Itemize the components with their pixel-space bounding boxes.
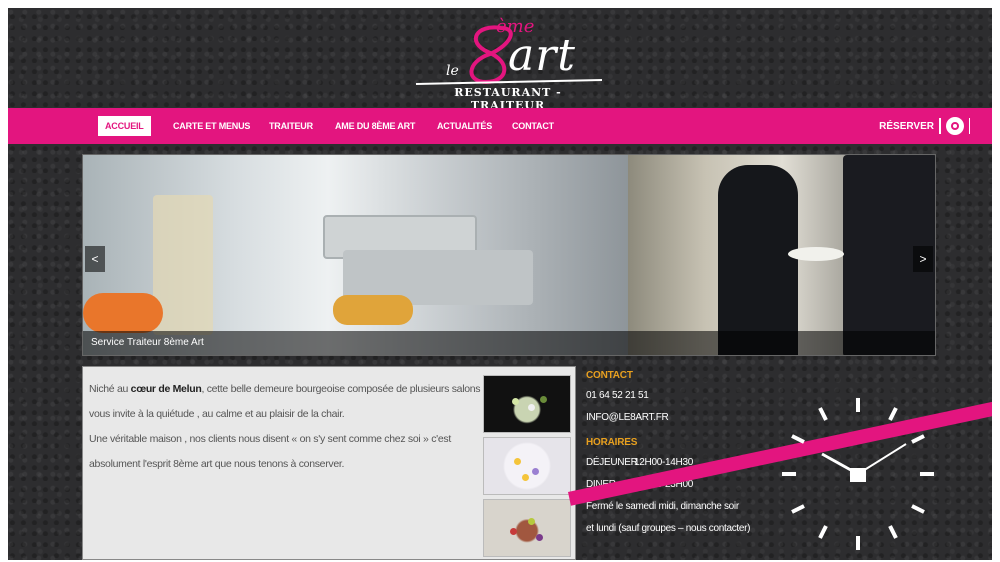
- slide-image-buffet: [83, 155, 628, 355]
- reserve-circle-icon: [945, 117, 964, 135]
- page-frame: le ème art RESTAURANT - TRAITEUR ACCUEIL…: [8, 8, 992, 560]
- contact-heading: CONTACT: [586, 370, 633, 381]
- nav-item-traiteur[interactable]: TRAITEUR: [262, 116, 320, 136]
- food-platter: [333, 295, 413, 325]
- nav-item-carte-et-menus[interactable]: CARTE ET MENUS: [166, 116, 257, 136]
- contact-phone[interactable]: 01 64 52 21 51: [586, 385, 806, 407]
- site-logo[interactable]: le ème art RESTAURANT - TRAITEUR: [408, 14, 608, 112]
- nav-item-accueil[interactable]: ACCUEIL: [98, 116, 151, 136]
- reserve-divider: [968, 118, 970, 134]
- reserve-button[interactable]: RÉSERVER: [879, 115, 970, 137]
- slider-prev-button[interactable]: <: [85, 246, 105, 272]
- contact-email[interactable]: INFO@LE8ART.FR: [586, 407, 806, 429]
- nav-item-actualites[interactable]: ACTUALITÉS: [430, 116, 499, 136]
- intro-text: Niché au cœur de Melun, cette belle deme…: [89, 377, 481, 477]
- logo-le: le: [446, 63, 459, 79]
- slide-image-service: [628, 155, 935, 355]
- intro-line: absolument l'esprit 8ème art que nous te…: [89, 458, 345, 470]
- main-nav: ACCUEIL CARTE ET MENUS TRAITEUR AME DU 8…: [8, 108, 992, 144]
- reserve-label: RÉSERVER: [879, 120, 934, 132]
- hero-slider[interactable]: Service Traiteur 8ème Art < >: [82, 154, 936, 356]
- slider-next-button[interactable]: >: [913, 246, 933, 272]
- fruit-bowl: [83, 293, 163, 333]
- dish-thumbnail[interactable]: [483, 499, 571, 557]
- hours-note: Fermé le samedi midi, dimanche soir: [586, 501, 739, 512]
- slider-caption: Service Traiteur 8ème Art: [83, 331, 935, 355]
- hours-heading: HORAIRES: [586, 437, 638, 448]
- intro-panel: Niché au cœur de Melun, cette belle deme…: [82, 366, 576, 560]
- intro-line: vous invite à la quiétude , au calme et …: [89, 408, 345, 420]
- clock-icon: [782, 398, 934, 550]
- logo-art: art: [508, 30, 576, 81]
- intro-line: Niché au cœur de Melun, cette belle deme…: [89, 383, 481, 395]
- intro-highlight: cœur de Melun: [130, 383, 202, 395]
- hours-note: et lundi (sauf groupes – nous contacter): [586, 523, 751, 534]
- plate: [788, 247, 844, 261]
- nav-item-ame-du-8eme-art[interactable]: AME DU 8ÈME ART: [328, 116, 422, 136]
- waiter-figure: [718, 165, 798, 355]
- hours-label: DÉJEUNER: [586, 457, 638, 468]
- intro-line: Une véritable maison , nos clients nous …: [89, 433, 451, 445]
- nav-item-contact[interactable]: CONTACT: [505, 116, 561, 136]
- reserve-divider: [939, 118, 941, 134]
- dish-thumbnail[interactable]: [483, 437, 571, 495]
- dish-thumbnail[interactable]: [483, 375, 571, 433]
